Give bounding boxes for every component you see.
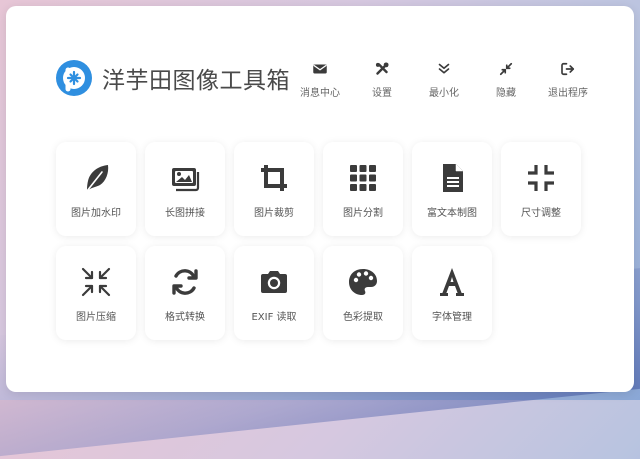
- top-toolbar: 消息中心 设置 最小化 隐藏 退出程序: [298, 60, 590, 99]
- exit-button[interactable]: 退出程序: [546, 60, 590, 99]
- envelope-icon: [313, 64, 327, 74]
- tool-grid: 图片加水印 长图拼接 图片裁剪 图片分割 富文本制图 尺寸调整 图片压缩 格式转…: [56, 142, 581, 340]
- tool-split[interactable]: 图片分割: [323, 142, 403, 236]
- images-icon: [172, 168, 200, 192]
- brand: 洋芋田图像工具箱: [54, 58, 290, 98]
- hide-button[interactable]: 隐藏: [484, 60, 528, 99]
- settings-label: 设置: [372, 88, 392, 99]
- message-center-label: 消息中心: [300, 88, 340, 99]
- tool-label: 字体管理: [432, 312, 472, 323]
- tool-long-image-stitch[interactable]: 长图拼接: [145, 142, 225, 236]
- font-icon: [440, 268, 464, 296]
- tool-label: EXIF 读取: [251, 312, 297, 323]
- app-title: 洋芋田图像工具箱: [102, 68, 290, 94]
- app-logo-icon: [56, 60, 92, 96]
- double-chevron-down-icon: [438, 63, 450, 74]
- document-icon: [443, 164, 463, 192]
- tool-label: 长图拼接: [165, 208, 205, 219]
- tool-label: 图片裁剪: [254, 208, 294, 219]
- tool-label: 图片压缩: [76, 312, 116, 323]
- grid-icon: [350, 165, 376, 191]
- feather-icon: [86, 165, 109, 192]
- app-window: 洋芋田图像工具箱 消息中心 设置 最小化 隐藏 退出程序 图片加水印 长图拼接 …: [6, 6, 634, 392]
- message-center-button[interactable]: 消息中心: [298, 60, 342, 99]
- tool-label: 尺寸调整: [521, 208, 561, 219]
- shrink-arrows-icon: [81, 267, 111, 297]
- tool-format-convert[interactable]: 格式转换: [145, 246, 225, 340]
- tool-label: 富文本制图: [427, 208, 477, 219]
- tool-font-manager[interactable]: 字体管理: [412, 246, 492, 340]
- crop-icon: [261, 165, 287, 191]
- tool-label: 图片分割: [343, 208, 383, 219]
- tool-crop[interactable]: 图片裁剪: [234, 142, 314, 236]
- tool-rich-text[interactable]: 富文本制图: [412, 142, 492, 236]
- camera-icon: [261, 271, 287, 293]
- tool-exif-read[interactable]: EXIF 读取: [234, 246, 314, 340]
- tools-icon: [375, 62, 389, 75]
- collapse-arrows-icon: [499, 62, 513, 76]
- tool-watermark[interactable]: 图片加水印: [56, 142, 136, 236]
- tool-resize[interactable]: 尺寸调整: [501, 142, 581, 236]
- sync-icon: [172, 269, 198, 295]
- minimize-button[interactable]: 最小化: [422, 60, 466, 99]
- minimize-label: 最小化: [429, 88, 459, 99]
- settings-button[interactable]: 设置: [360, 60, 404, 99]
- palette-icon: [349, 269, 377, 295]
- tool-label: 色彩提取: [343, 312, 383, 323]
- exit-label: 退出程序: [548, 88, 588, 99]
- hide-label: 隐藏: [496, 88, 516, 99]
- exit-icon: [561, 62, 575, 76]
- tool-color-extract[interactable]: 色彩提取: [323, 246, 403, 340]
- tool-label: 格式转换: [165, 312, 205, 323]
- tool-label: 图片加水印: [71, 208, 121, 219]
- compress-icon: [528, 165, 554, 191]
- tool-compress[interactable]: 图片压缩: [56, 246, 136, 340]
